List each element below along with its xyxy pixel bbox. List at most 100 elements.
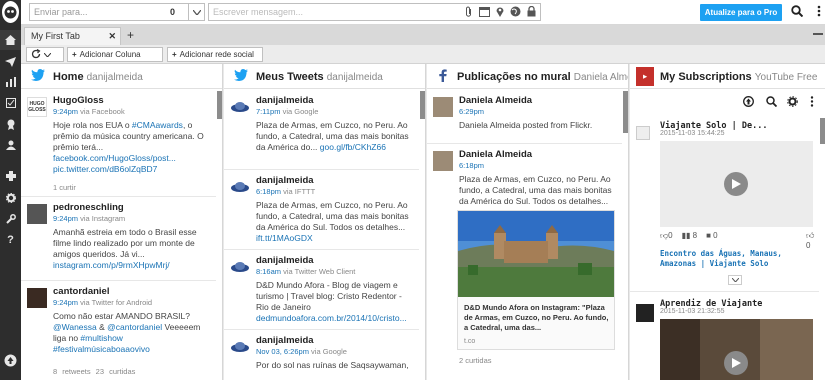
attachment-icon[interactable] [464,6,473,20]
upload-icon[interactable] [743,96,754,109]
scrollbar[interactable] [623,91,628,133]
comments-icon[interactable]: ■ 0 [706,231,718,241]
message-text: Hoje rola nos EUA o [53,120,132,130]
message-time[interactable]: 6:18pm [459,161,484,170]
author-name[interactable]: HugoGloss [53,95,104,106]
message-link[interactable]: facebook.com/HugoGloss/post... [53,153,176,163]
chevron-down-icon[interactable] [188,4,204,20]
settings-icon[interactable] [0,188,21,208]
add-tab-icon[interactable]: + [127,28,134,42]
video-title[interactable]: Encontro das Águas, Manaus, Amazonas | V… [660,249,815,269]
settings-icon[interactable] [787,96,798,109]
tab-my-first-tab[interactable]: My First Tab ✕ [24,27,121,45]
scrollbar[interactable] [820,118,825,144]
globe-icon[interactable] [510,6,521,20]
hashtag-link[interactable]: #multishow [80,333,123,343]
avatar[interactable] [433,151,453,171]
message-time[interactable]: 9:24pm [53,298,78,307]
play-icon[interactable] [724,351,748,375]
avatar[interactable] [433,97,453,117]
author-name[interactable]: danijalmeida [256,335,314,346]
hootsuite-logo[interactable] [2,1,19,23]
author-name[interactable]: danijalmeida [256,95,314,106]
message-link[interactable]: ift.tt/1MAoGDX [256,233,313,243]
search-icon[interactable] [791,5,804,19]
apps-icon[interactable] [0,166,21,186]
avatar[interactable] [27,288,47,308]
calendar-icon[interactable] [479,6,490,20]
avatar[interactable] [27,204,47,224]
message-link[interactable]: dedmundoafora.com.br/2014/10/cristo... [256,313,407,323]
avatar[interactable]: HUGO GLOSS [27,97,47,117]
play-icon[interactable] [724,172,748,196]
mention-link[interactable]: @Wanessa [53,322,97,332]
analytics-icon[interactable] [0,72,21,92]
message-body: D&D Mundo Afora - Blog de viagem e turis… [256,280,413,324]
author-name[interactable]: danijalmeida [256,255,314,266]
contacts-icon[interactable] [0,135,21,155]
message-stats: 2 curtidas [459,356,492,365]
avatar[interactable] [230,97,250,117]
message-source: via Facebook [80,107,125,116]
mention-link[interactable]: @cantordaniel [107,322,162,332]
scrollbar[interactable] [420,91,425,119]
expand-chevron-icon[interactable] [728,275,742,285]
preview-domain: t.co [464,338,476,345]
video-thumbnail[interactable] [660,319,813,380]
message-link[interactable]: instagram.com/p/9rmXHpwMrj/ [53,260,170,270]
message-time[interactable]: 9:24pm [53,107,78,116]
refresh-button[interactable] [26,47,64,62]
message-time[interactable]: 6:18pm [256,187,281,196]
video-thumbnail[interactable] [660,141,813,227]
avatar[interactable] [230,257,250,277]
message-text: Plaza de Armas, em Cuzco, no Peru. Ao fu… [256,200,409,232]
author-name[interactable]: danijalmeida [256,175,314,186]
upload-icon[interactable] [0,350,21,370]
message-time[interactable]: 9:24pm [53,214,78,223]
add-network-button[interactable]: + Adicionar rede social [167,47,263,62]
send-icon[interactable] [0,52,21,72]
avatar[interactable] [230,177,250,197]
more-menu-icon[interactable] [810,96,814,109]
message-text: & [96,322,108,332]
close-tab-icon[interactable]: ✕ [108,31,116,42]
scrollbar[interactable] [217,91,222,119]
author-name[interactable]: pedroneschling [53,202,124,213]
author-name[interactable]: Daniela Almeida [459,149,532,160]
upgrade-pro-button[interactable]: Atualize para o Pro [700,4,782,21]
message-link[interactable]: goo.gl/fb/CKhZ66 [320,142,386,152]
message-time[interactable]: 7:11pm [256,107,280,116]
search-icon[interactable] [766,96,778,109]
tools-icon[interactable] [0,209,21,229]
channel-avatar[interactable] [636,304,654,322]
add-column-button[interactable]: + Adicionar Coluna [67,47,163,62]
author-name[interactable]: cantordaniel [53,286,110,297]
dislike-icon[interactable]: 👎︎0 [660,231,673,241]
send-to-placeholder: Enviar para... [34,7,88,17]
send-to-field[interactable]: Enviar para... 0 [29,3,205,21]
hashtag-link[interactable]: #CMAawards [132,120,183,130]
column-account: Daniela Almei... [573,72,628,83]
assignments-icon[interactable] [0,93,21,113]
message-source: via Google [311,347,347,356]
hashtag-link[interactable]: #festivalmúsicaboaaovivo [53,344,150,354]
home-icon[interactable] [0,30,21,50]
more-menu-icon[interactable] [814,5,824,19]
campaigns-icon[interactable] [0,114,21,134]
message-link[interactable]: pic.twitter.com/dB6olZqBD7 [53,164,157,174]
message-time[interactable]: 6:29pm [459,107,484,116]
youtube-toolbar [630,90,825,112]
message-time[interactable]: 8:16am [256,267,281,276]
column-title: Home [53,71,84,83]
link-preview-card[interactable]: D&D Mundo Afora on Instagram: "Plaza de … [457,210,615,350]
author-name[interactable]: Daniela Almeida [459,95,532,106]
avatar[interactable] [230,337,250,357]
location-icon[interactable] [496,6,504,20]
help-icon[interactable]: ? [0,230,21,250]
lock-icon[interactable] [527,5,536,20]
compose-message-field[interactable]: Escrever mensagem... [208,3,541,21]
collapse-icon[interactable] [813,33,823,35]
channel-avatar[interactable] [636,126,650,140]
like-icon[interactable]: 👍︎ 0 [806,231,819,250]
message-time[interactable]: Nov 03, 6:26pm [256,347,309,356]
